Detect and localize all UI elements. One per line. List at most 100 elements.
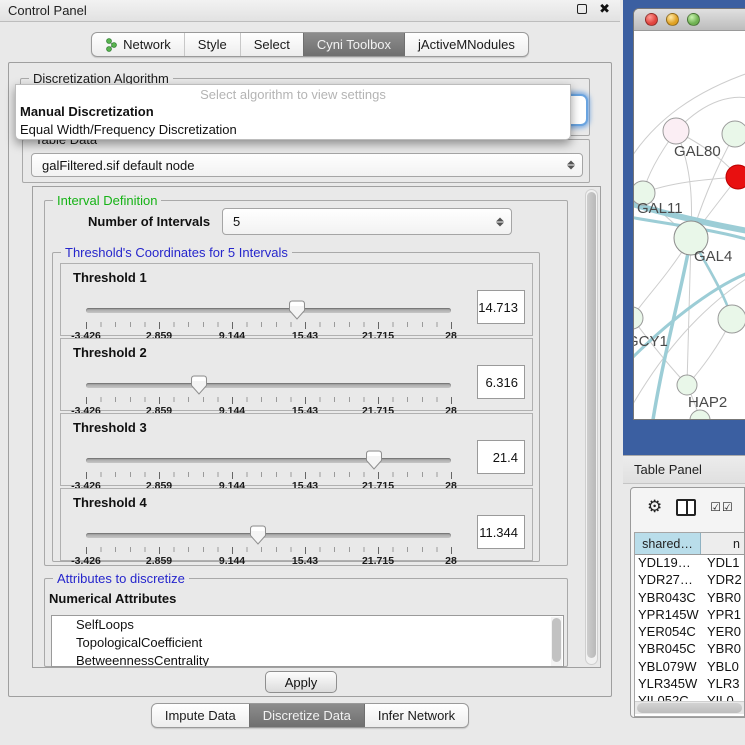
threshold-slider[interactable]: -3.426 2.859 9.144 15.43 21.715 28 [86, 300, 451, 336]
cell-shared-name[interactable]: YBR045C [635, 641, 701, 658]
table-horizontal-scrollbar[interactable] [635, 701, 744, 714]
cell-name[interactable]: YDR2 [701, 572, 744, 589]
threshold-value-field[interactable]: 21.4 [477, 440, 525, 474]
node-label-gal11: GAL11 [637, 200, 683, 217]
cell-shared-name[interactable]: YDL19… [635, 555, 701, 572]
slider-track[interactable] [86, 458, 451, 463]
table-row[interactable]: YBR043C YBR0 [635, 590, 744, 607]
tab-network[interactable]: Network [92, 33, 184, 56]
tab-jactivemnodules[interactable]: jActiveMNodules [404, 33, 528, 56]
tab-select[interactable]: Select [240, 33, 303, 56]
tab-style[interactable]: Style [184, 33, 240, 56]
major-tick [232, 547, 233, 554]
slider-thumb[interactable] [366, 450, 382, 470]
table-row[interactable]: YDL19… YDL1 [635, 555, 744, 572]
gear-icon[interactable]: ⚙ [647, 497, 662, 517]
column-header-shared[interactable]: shared… [635, 533, 701, 554]
table-panel-titlebar: Table Panel [623, 455, 745, 484]
dropdown-option-equal-width[interactable]: Equal Width/Frequency Discretization [16, 121, 570, 139]
table-row[interactable]: YPR145W YPR1 [635, 607, 744, 624]
scrollbar-thumb[interactable] [552, 618, 561, 662]
scrollbar-thumb[interactable] [587, 192, 596, 658]
table-data-group: Table Data galFiltered.sif default node [22, 139, 590, 183]
minimize-window-icon[interactable] [666, 13, 679, 26]
table-row[interactable]: YBL079W YBL0 [635, 659, 744, 676]
table-row[interactable]: YLR345W YLR3 [635, 676, 744, 693]
split-columns-icon[interactable] [676, 499, 696, 516]
tab-cyni-toolbox[interactable]: Cyni Toolbox [303, 33, 404, 56]
threshold-slider[interactable]: -3.426 2.859 9.144 15.43 21.715 28 [86, 375, 451, 411]
cell-name[interactable]: YPR1 [701, 607, 744, 624]
cell-name[interactable]: YER0 [701, 624, 744, 641]
cell-name[interactable]: YBR0 [701, 641, 744, 658]
table-panel-title: Table Panel [634, 462, 702, 477]
slider-thumb[interactable] [191, 375, 207, 395]
attribute-list-item[interactable]: BetweennessCentrality [52, 652, 563, 667]
numerical-attributes-list[interactable]: SelfLoopsTopologicalCoefficientBetweenne… [51, 615, 564, 667]
threshold-slider[interactable]: -3.426 2.859 9.144 15.43 21.715 28 [86, 450, 451, 486]
table-row[interactable]: YER054C YER0 [635, 624, 744, 641]
node-red-selected[interactable] [726, 165, 745, 189]
attributes-scrollbar[interactable] [551, 617, 562, 667]
tick-label: 21.715 [362, 555, 394, 567]
tick-label: 9.144 [219, 555, 245, 567]
tab-infer-network[interactable]: Infer Network [364, 704, 468, 727]
slider-track[interactable] [86, 383, 451, 388]
number-of-intervals-combobox[interactable]: 5 [222, 208, 512, 235]
table-row[interactable]: YBR045C YBR0 [635, 641, 744, 658]
checkbox-icons[interactable]: ☑☑ [710, 500, 734, 514]
threshold-value-field[interactable]: 14.713 [477, 290, 525, 324]
attribute-list-item[interactable]: SelfLoops [52, 616, 563, 634]
node-hap2[interactable] [677, 375, 697, 395]
major-tick [232, 472, 233, 479]
table-panel-window: ⚙ ☑☑ shared… n YDL19… YDL1YDR27… YDR2YBR… [630, 487, 745, 718]
slider-track[interactable] [86, 308, 451, 313]
threshold-slider[interactable]: -3.426 2.859 9.144 15.43 21.715 28 [86, 525, 451, 561]
network-canvas[interactable]: GAL80 G C GAL11 GAL4 GCY1 H HAP2 [634, 31, 745, 420]
threshold-value-field[interactable]: 6.316 [477, 365, 525, 399]
cell-name[interactable]: YBR0 [701, 590, 744, 607]
attributes-group-title: Attributes to discretize [53, 571, 189, 586]
node-h[interactable] [718, 305, 745, 333]
cell-shared-name[interactable]: YBL079W [635, 659, 701, 676]
table-data-combobox[interactable]: galFiltered.sif default node [31, 153, 583, 177]
network-window-titlebar[interactable] [634, 9, 745, 31]
cell-shared-name[interactable]: YPR145W [635, 607, 701, 624]
cell-shared-name[interactable]: YLR345W [635, 676, 701, 693]
cell-shared-name[interactable]: YDR27… [635, 572, 701, 589]
major-tick [159, 472, 160, 479]
close-panel-icon[interactable]: ✖ [599, 4, 610, 14]
threshold-value-field[interactable]: 11.344 [477, 515, 525, 549]
close-window-icon[interactable] [645, 13, 658, 26]
tab-network-label: Network [123, 37, 171, 52]
table-row[interactable]: YDR27… YDR2 [635, 572, 744, 589]
float-panel-icon[interactable] [577, 4, 587, 14]
thresholds-group: Threshold's Coordinates for 5 Intervals … [52, 252, 540, 562]
scrollbar-thumb[interactable] [637, 703, 742, 713]
tab-impute-data[interactable]: Impute Data [152, 704, 249, 727]
slider-thumb[interactable] [250, 525, 266, 545]
cell-name[interactable]: YBL0 [701, 659, 744, 676]
settings-vertical-scrollbar[interactable] [585, 189, 598, 665]
slider-track[interactable] [86, 533, 451, 538]
dropdown-hint: Select algorithm to view settings [16, 85, 570, 103]
major-tick [378, 322, 379, 329]
node-gal80[interactable] [663, 118, 689, 144]
node-top-right[interactable] [722, 121, 745, 147]
node-bottom-cut[interactable] [690, 410, 710, 420]
threshold-panel-2: Threshold 2 -3.426 2.859 9.144 15.43 21.… [60, 338, 533, 411]
combo-stepper-icon [496, 217, 504, 226]
node-gcy1[interactable] [634, 307, 643, 329]
zoom-window-icon[interactable] [687, 13, 700, 26]
attribute-list-item[interactable]: TopologicalCoefficient [52, 634, 563, 652]
cell-name[interactable]: YLR3 [701, 676, 744, 693]
slider-thumb[interactable] [289, 300, 305, 320]
apply-button[interactable]: Apply [265, 671, 337, 693]
cell-shared-name[interactable]: YBR043C [635, 590, 701, 607]
tick-label: -3.426 [71, 555, 101, 567]
dropdown-option-manual[interactable]: Manual Discretization [16, 103, 570, 121]
cell-name[interactable]: YDL1 [701, 555, 744, 572]
tab-discretize-data[interactable]: Discretize Data [249, 704, 364, 727]
cell-shared-name[interactable]: YER054C [635, 624, 701, 641]
column-header-name[interactable]: n [701, 533, 744, 554]
